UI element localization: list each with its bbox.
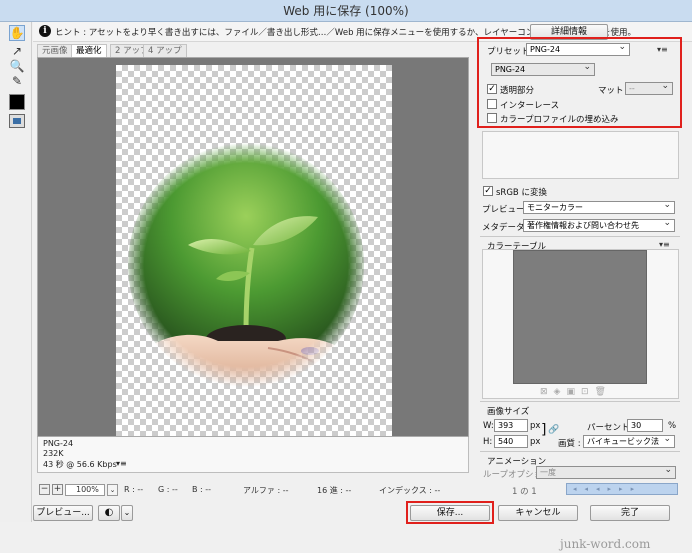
preset-menu-icon[interactable]: ▾≡ [657,45,668,54]
eyedropper-tool-icon[interactable]: ✎ [9,73,25,89]
width-unit: px [530,421,541,431]
metadata-select[interactable]: 著作権情報および問い合わせ先 [523,219,675,232]
divider [480,401,680,402]
status-g: G : -- [158,485,178,494]
status-hex: 16 進 : -- [317,486,352,495]
browser-preview-icon[interactable]: ◐ [98,505,120,521]
zoom-in-icon[interactable]: + [52,484,63,495]
status-b: B : -- [192,485,212,494]
srgb-checkbox[interactable]: ✓ [483,186,493,196]
quality-label: 画質 : [558,439,581,449]
transparency-checkbox[interactable]: ✓ [487,84,497,94]
color-table[interactable] [513,250,647,384]
save-button[interactable]: 保存... [410,505,490,521]
tool-bar: ✋ ↗ 🔍 ✎ [0,22,32,522]
zoom-out-icon[interactable]: − [39,484,50,495]
info-menu-icon[interactable]: ▾≡ [116,459,127,468]
quality-select[interactable]: バイキュービック法 [583,435,675,448]
tab-optimized[interactable]: 最適化 [71,44,107,57]
watermark-text: junk-word.com [560,537,651,551]
preview-canvas[interactable] [37,57,469,437]
info-icon: i [39,25,51,37]
interlace-label: インターレース [500,101,560,111]
info-size: 232K [43,449,64,458]
srgb-label: sRGB に変換 [496,188,547,198]
percent-input[interactable]: 30 [627,419,663,432]
color-table-menu-icon[interactable]: ▾≡ [659,240,670,249]
width-input[interactable]: 393 [494,419,528,432]
status-alpha: アルファ : -- [243,486,289,495]
link-bracket-icon: ] [541,422,547,438]
hand-tool-icon[interactable]: ✋ [9,25,25,41]
zoom-level-field[interactable]: 100% [65,484,105,496]
animation-playback-controls[interactable]: ◂◂◂▸▸▸ [566,483,678,495]
done-button[interactable]: 完了 [590,505,670,521]
window-title: Web 用に保存 (100%) [0,0,692,22]
zoom-dropdown-icon[interactable]: ⌄ [107,484,118,496]
tab-4up[interactable]: 4 アップ [143,44,187,57]
color-table-tool-icons[interactable]: ⊠◈▣⊡🗑 [540,387,612,397]
empty-settings-area [482,131,679,179]
height-unit: px [530,437,541,447]
zoom-tool-icon[interactable]: 🔍 [9,58,25,74]
divider [480,451,680,452]
width-label: W: [483,421,494,431]
seedling-in-hands-image [128,143,364,387]
interlace-checkbox[interactable] [487,99,497,109]
cancel-button[interactable]: キャンセル [498,505,578,521]
eyedropper-color-swatch[interactable] [9,94,25,110]
preview-mode-select[interactable]: モニターカラー [523,201,675,214]
image-info-panel: PNG-24 232K 43 秒 @ 56.6 Kbps ▾≡ [37,437,469,473]
preset-select[interactable]: PNG-24 [526,43,630,56]
transparency-label: 透明部分 [500,86,535,96]
height-input[interactable]: 540 [494,435,528,448]
preview-image [128,143,364,387]
matte-select[interactable]: -- [625,82,673,95]
frame-counter: 1 の 1 [512,487,537,497]
height-label: H: [483,437,493,447]
status-index: インデックス : -- [379,486,441,495]
toggle-slices-icon[interactable] [9,114,25,128]
info-format: PNG-24 [43,439,74,448]
divider [480,236,680,237]
preview-button[interactable]: プレビュー... [33,505,93,521]
constrain-proportions-icon[interactable]: 🔗 [548,425,559,435]
embed-profile-checkbox[interactable] [487,113,497,123]
tab-original[interactable]: 元画像 [37,44,73,57]
slice-select-tool-icon[interactable]: ↗ [9,43,25,59]
loop-options-select[interactable]: 一度 [536,466,676,479]
embed-profile-label: カラープロファイルの埋め込み [500,115,619,125]
info-download-time: 43 秒 @ 56.6 Kbps [43,460,117,469]
file-format-select[interactable]: PNG-24 [491,63,595,76]
status-bar: − + 100% ⌄ R : -- G : -- B : -- アルファ : -… [37,484,477,498]
image-size-title: 画像サイズ [487,407,530,417]
browser-dropdown-icon[interactable]: ⌄ [121,505,133,521]
status-r: R : -- [124,485,144,494]
percent-unit: % [668,421,677,431]
